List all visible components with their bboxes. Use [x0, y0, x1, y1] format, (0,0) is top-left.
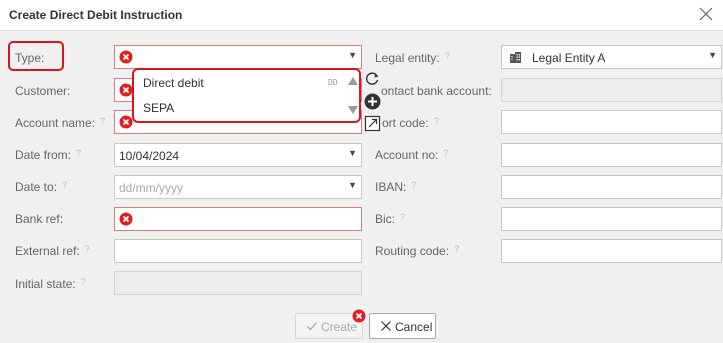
chevron-down-icon[interactable]: ▼ — [348, 180, 357, 190]
scroll-down-arrow-icon[interactable] — [348, 106, 358, 114]
help-icon[interactable]: ? — [445, 51, 450, 61]
error-icon — [119, 83, 133, 97]
refresh-icon[interactable] — [364, 70, 381, 87]
date-from-field[interactable]: 10/04/2024 ▼ — [114, 143, 362, 167]
account-no-field[interactable] — [501, 143, 722, 167]
add-icon[interactable] — [364, 93, 381, 110]
date-from-label: Date from:? — [15, 148, 82, 162]
date-to-field[interactable]: dd/mm/yyyy ▼ — [114, 175, 362, 199]
contact-bank-account-label: ontact bank account: — [381, 84, 492, 98]
account-name-label: Account name:? — [15, 116, 106, 130]
external-ref-field[interactable] — [114, 239, 362, 263]
type-dropdown-list: Direct debit DD SEPA — [132, 68, 361, 123]
date-to-label: Date to:? — [15, 180, 68, 194]
iban-label: IBAN:? — [375, 180, 417, 194]
routing-code-field[interactable] — [501, 239, 722, 263]
help-icon[interactable]: ? — [434, 116, 439, 126]
external-ref-label: External ref:? — [15, 244, 90, 258]
iban-field[interactable] — [501, 175, 722, 199]
bic-field[interactable] — [501, 207, 722, 231]
chevron-down-icon[interactable]: ▼ — [708, 50, 717, 60]
contact-bank-account-field — [501, 78, 722, 102]
help-icon[interactable]: ? — [85, 244, 90, 254]
legal-entity-select[interactable]: Legal Entity A ▼ — [501, 45, 722, 69]
dropdown-option-code: DD — [328, 78, 338, 87]
close-icon[interactable] — [697, 5, 715, 23]
bic-label: Bic:? — [375, 212, 406, 226]
dropdown-option-sepa[interactable]: SEPA — [143, 101, 174, 115]
error-icon — [119, 50, 133, 64]
close-icon — [381, 321, 391, 331]
initial-state-label: Initial state:? — [15, 277, 86, 291]
help-icon[interactable]: ? — [81, 277, 86, 287]
dialog-title: Create Direct Debit Instruction — [9, 8, 183, 22]
type-label: Type: — [15, 51, 45, 65]
help-icon[interactable]: ? — [62, 180, 67, 190]
cancel-button[interactable]: Cancel — [369, 313, 436, 339]
dialog-titlebar: Create Direct Debit Instruction — [0, 0, 723, 31]
scroll-up-arrow-icon[interactable] — [348, 77, 358, 85]
bank-ref-field[interactable] — [114, 207, 362, 231]
legal-entity-label: Legal entity:? — [375, 51, 450, 65]
error-icon — [352, 309, 366, 323]
routing-code-label: Routing code:? — [375, 244, 460, 258]
error-icon — [119, 212, 133, 226]
checkmark-icon — [307, 322, 317, 331]
open-external-icon[interactable] — [364, 115, 381, 132]
help-icon[interactable]: ? — [100, 116, 105, 126]
error-icon — [119, 115, 133, 129]
account-no-label: Account no:? — [375, 148, 449, 162]
create-direct-debit-dialog: Create Direct Debit Instruction Type: Cu… — [0, 0, 723, 343]
sort-code-label: ort code:? — [382, 116, 439, 130]
bank-ref-label: Bank ref: — [15, 212, 64, 226]
customer-label: Customer: — [15, 84, 71, 98]
date-to-placeholder: dd/mm/yyyy — [119, 181, 184, 195]
initial-state-field — [114, 271, 362, 295]
type-select[interactable]: ▼ — [114, 45, 362, 69]
help-icon[interactable]: ? — [400, 212, 405, 222]
help-icon[interactable]: ? — [454, 244, 459, 254]
chevron-down-icon[interactable]: ▼ — [348, 148, 357, 158]
chevron-down-icon[interactable]: ▼ — [348, 50, 357, 60]
help-icon[interactable]: ? — [443, 148, 448, 158]
building-icon — [510, 52, 521, 63]
dropdown-option-direct-debit[interactable]: Direct debit — [143, 76, 204, 90]
help-icon[interactable]: ? — [76, 148, 81, 158]
sort-code-field[interactable] — [501, 110, 722, 134]
help-icon[interactable]: ? — [411, 180, 416, 190]
